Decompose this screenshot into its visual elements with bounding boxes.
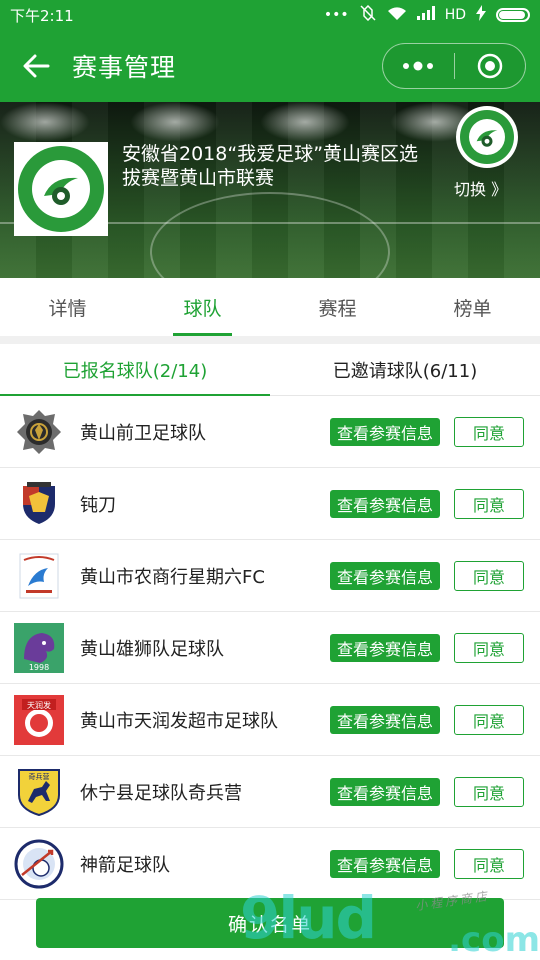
lion-crest-year: 1998 (29, 663, 49, 672)
switch-event-logo[interactable] (456, 106, 518, 168)
signal-icon (416, 6, 435, 24)
event-banner: 安徽省2018“我爱足球”黄山赛区选拔赛暨黄山市联赛 切换 》 (0, 102, 540, 278)
list-item: 钝刀 查看参赛信息 同意 (0, 468, 540, 540)
subtab-registered-teams[interactable]: 已报名球队(2/14) (0, 344, 270, 396)
network-type: HD (444, 7, 466, 23)
agree-button[interactable]: 同意 (454, 848, 524, 879)
team-logo (14, 479, 64, 529)
dolphin-crest-icon (19, 553, 59, 598)
view-entry-info-button[interactable]: 查看参赛信息 (330, 417, 440, 446)
nav-bar: 赛事管理 (0, 30, 540, 102)
miniprogram-capsule (382, 43, 526, 89)
list-item: 1998 黄山雄狮队足球队 查看参赛信息 同意 (0, 612, 540, 684)
page-title: 赛事管理 (72, 53, 177, 82)
more-dots-icon: ••• (323, 7, 349, 23)
arrow-left-icon (23, 54, 50, 78)
mute-icon (359, 4, 377, 25)
agree-button[interactable]: 同意 (454, 776, 524, 807)
switch-event-link[interactable]: 切换 》 (454, 176, 507, 200)
list-item: 奇兵营 休宁县足球队奇兵营 查看参赛信息 同意 (0, 756, 540, 828)
team-subtabs: 已报名球队(2/14) 已邀请球队(6/11) (0, 344, 540, 396)
arrow-ball-crest-icon (14, 839, 64, 888)
team-logo (14, 407, 64, 457)
close-miniprogram-button[interactable] (455, 44, 526, 88)
more-dots-icon (403, 61, 434, 71)
horse-crest-label: 奇兵营 (29, 772, 50, 781)
team-logo: 天润发 (14, 694, 64, 745)
lion-crest-icon: 1998 (14, 622, 64, 673)
tab-rankings[interactable]: 榜单 (405, 278, 540, 336)
team-logo: 1998 (14, 622, 64, 673)
status-time: 下午2:11 (10, 6, 74, 25)
charging-icon (476, 5, 486, 25)
stadium-light (0, 102, 90, 142)
tab-teams[interactable]: 球队 (135, 278, 270, 336)
view-entry-info-button[interactable]: 查看参赛信息 (330, 633, 440, 662)
more-options-button[interactable] (383, 44, 454, 88)
list-item: 天润发 黄山市天润发超市足球队 查看参赛信息 同意 (0, 684, 540, 756)
view-entry-info-button[interactable]: 查看参赛信息 (330, 705, 440, 734)
event-logo (14, 142, 108, 236)
agree-button[interactable]: 同意 (454, 632, 524, 663)
confirm-list-button[interactable]: 确认名单 (36, 898, 504, 948)
section-divider (0, 336, 540, 344)
agree-button[interactable]: 同意 (454, 560, 524, 591)
agree-button[interactable]: 同意 (454, 704, 524, 735)
stadium-light (260, 102, 350, 142)
target-icon (477, 53, 502, 79)
agree-button[interactable]: 同意 (454, 416, 524, 447)
battery-icon (496, 8, 530, 22)
subtab-invited-teams[interactable]: 已邀请球队(6/11) (270, 344, 540, 395)
team-logo (14, 551, 64, 601)
tab-schedule[interactable]: 赛程 (270, 278, 405, 336)
status-bar: 下午2:11 ••• HD (0, 0, 540, 30)
football-association-emblem-icon (44, 177, 78, 205)
status-icons: ••• HD (323, 4, 530, 25)
team-logo: 奇兵营 (14, 767, 64, 817)
tab-details[interactable]: 详情 (0, 278, 135, 336)
military-badge-icon (17, 409, 61, 454)
main-tabs: 详情 球队 赛程 榜单 (0, 278, 540, 336)
sun-crest-label: 天润发 (27, 700, 51, 710)
team-logo (14, 839, 64, 889)
stadium-light (130, 102, 220, 142)
agree-button[interactable]: 同意 (454, 488, 524, 519)
event-title: 安徽省2018“我爱足球”黄山赛区选拔赛暨黄山市联赛 (122, 143, 419, 189)
team-list: 黄山前卫足球队 查看参赛信息 同意 钝刀 查看参赛信息 同意 黄山市农商行星期六… (0, 396, 540, 900)
view-entry-info-button[interactable]: 查看参赛信息 (330, 849, 440, 878)
horse-crest-icon: 奇兵营 (18, 768, 60, 816)
sun-crest-icon: 天润发 (14, 694, 64, 745)
list-item: 黄山前卫足球队 查看参赛信息 同意 (0, 396, 540, 468)
list-item: 神箭足球队 查看参赛信息 同意 (0, 828, 540, 900)
list-item: 黄山市农商行星期六FC 查看参赛信息 同意 (0, 540, 540, 612)
view-entry-info-button[interactable]: 查看参赛信息 (330, 777, 440, 806)
view-entry-info-button[interactable]: 查看参赛信息 (330, 561, 440, 590)
view-entry-info-button[interactable]: 查看参赛信息 (330, 489, 440, 518)
football-association-emblem-icon (476, 130, 498, 147)
wifi-icon (387, 6, 407, 25)
pitch-center-circle (150, 192, 390, 278)
shield-crest-icon (23, 481, 55, 524)
back-button[interactable] (0, 30, 72, 102)
